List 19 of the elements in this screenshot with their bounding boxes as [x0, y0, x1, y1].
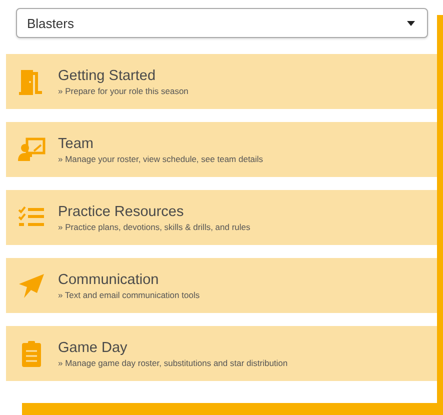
- card-description: » Manage game day roster, substitutions and star distribution: [58, 358, 288, 368]
- menu-card[interactable]: Getting Started » Prepare for your role this season: [6, 54, 437, 109]
- card-title: Getting Started: [58, 68, 157, 84]
- menu-card[interactable]: Practice Resources » Practice plans, devotions, skills & drills, and rules: [6, 190, 437, 245]
- paper-plane-icon: [17, 271, 46, 300]
- presenter-icon: [17, 135, 46, 164]
- menu-card[interactable]: Communication » Text and email communication tools: [6, 258, 437, 313]
- card-description: » Text and email communication tools: [58, 290, 200, 300]
- menu-card[interactable]: Team » Manage your roster, view schedule, see team details: [6, 122, 437, 177]
- card-title: Practice Resources: [58, 204, 185, 220]
- card-description: » Prepare for your role this season: [58, 86, 188, 96]
- card-title: Team: [58, 136, 94, 152]
- card-description: » Manage your roster, view schedule, see team details: [58, 154, 264, 164]
- menu-card[interactable]: Game Day » Manage game day roster, substitutions and star distribution: [6, 326, 437, 381]
- caret-icon: [407, 20, 415, 26]
- team-dropdown[interactable]: Blasters: [16, 8, 428, 38]
- card-description: » Practice plans, devotions, skills & drills, and rules: [58, 222, 250, 232]
- card-title: Game Day: [58, 340, 128, 356]
- card-title: Communication: [58, 272, 160, 288]
